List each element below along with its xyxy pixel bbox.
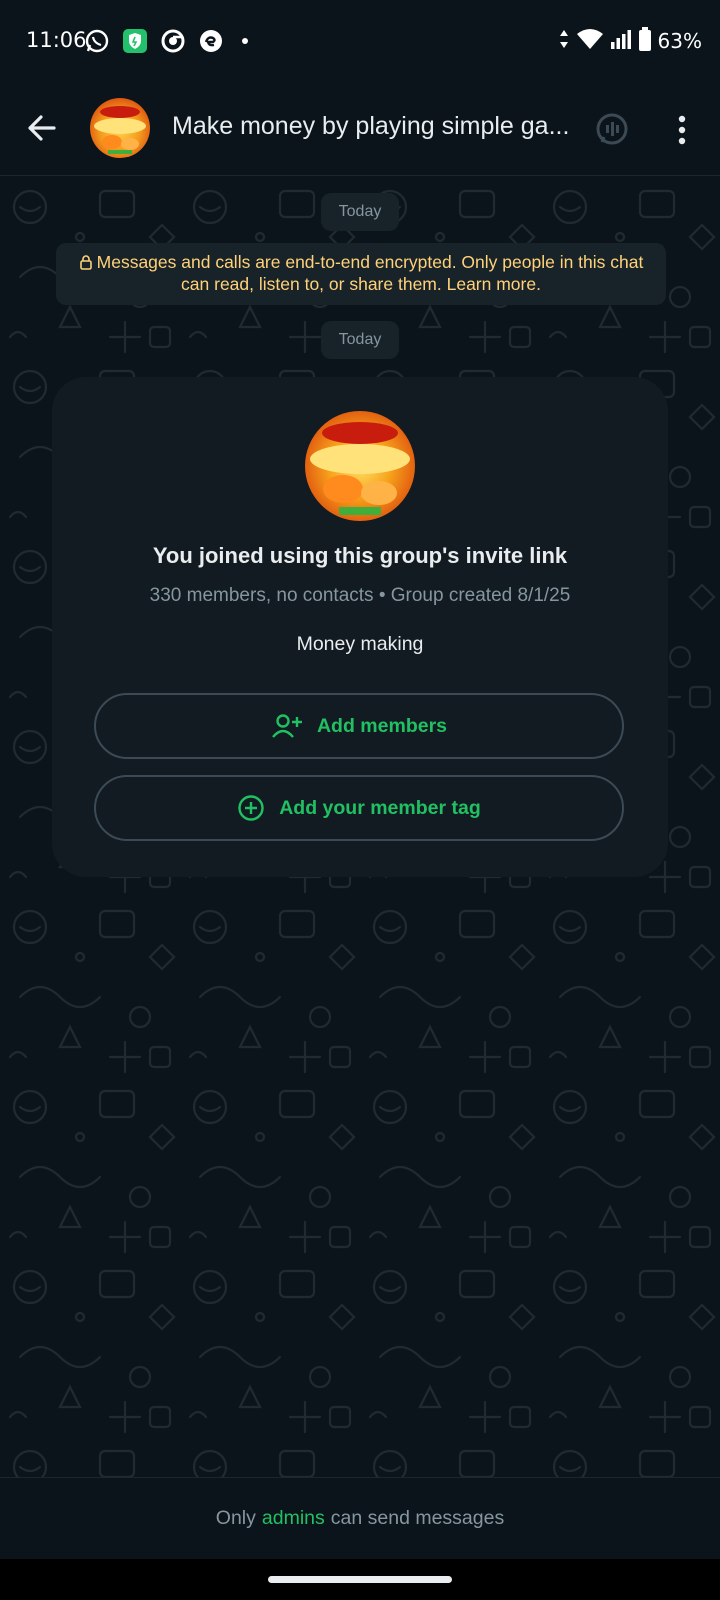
add-members-button[interactable]: Add members xyxy=(94,693,624,759)
voice-chat-icon xyxy=(596,113,628,145)
edge-app-icon xyxy=(198,28,224,54)
admins-link[interactable]: admins xyxy=(262,1507,325,1530)
group-card-avatar-image xyxy=(310,422,410,515)
card-title: You joined using this group's invite lin… xyxy=(152,543,568,568)
group-info-card: You joined using this group's invite lin… xyxy=(52,377,668,877)
status-notification-icons xyxy=(84,26,248,56)
lock-icon xyxy=(79,255,92,270)
status-system-icons: 63% xyxy=(558,26,702,56)
signal-icon xyxy=(610,28,632,55)
encryption-notice[interactable]: Messages and calls are end-to-end encryp… xyxy=(56,243,666,305)
more-vert-icon xyxy=(678,115,686,145)
group-avatar[interactable] xyxy=(90,98,150,158)
encryption-notice-text: Messages and calls are end-to-end encryp… xyxy=(96,252,644,294)
add-person-icon xyxy=(272,714,302,738)
card-subtitle: 330 members, no contacts • Group created… xyxy=(149,585,571,606)
group-card-avatar[interactable] xyxy=(305,411,415,521)
chrome-icon xyxy=(160,28,186,54)
group-avatar-image xyxy=(94,106,146,154)
add-members-label: Add members xyxy=(316,714,448,737)
footer-text-before: Only xyxy=(215,1507,256,1529)
home-gesture-bar[interactable] xyxy=(268,1576,452,1583)
status-bar: 11:06 63% xyxy=(0,0,720,84)
whatsapp-icon xyxy=(84,28,110,54)
add-member-tag-button[interactable]: Add your member tag xyxy=(94,775,624,841)
add-member-tag-label: Add your member tag xyxy=(279,796,481,819)
wifi-icon xyxy=(576,27,604,56)
group-description: Money making xyxy=(296,633,424,655)
shield-app-icon xyxy=(122,28,148,54)
voice-chat-button[interactable] xyxy=(590,108,634,152)
battery-icon xyxy=(638,26,652,57)
back-button[interactable] xyxy=(22,108,62,148)
date-chip: Today xyxy=(321,321,399,359)
arrow-back-icon xyxy=(28,115,56,141)
more-options-button[interactable] xyxy=(660,108,704,152)
date-chip: Today xyxy=(321,193,399,231)
chat-header: Make money by playing simple ga... xyxy=(0,84,720,176)
chat-area[interactable]: Today Messages and calls are end-to-end … xyxy=(0,177,720,1477)
chat-title[interactable]: Make money by playing simple ga... xyxy=(172,112,572,141)
notification-dot xyxy=(242,38,248,44)
footer-text-after: can send messages xyxy=(330,1507,505,1529)
status-time: 11:06 xyxy=(26,28,87,52)
data-arrows-icon xyxy=(558,27,570,56)
add-circle-icon xyxy=(238,795,264,821)
admin-only-footer: Only admins can send messages xyxy=(0,1477,720,1559)
battery-percent: 63% xyxy=(657,29,702,53)
